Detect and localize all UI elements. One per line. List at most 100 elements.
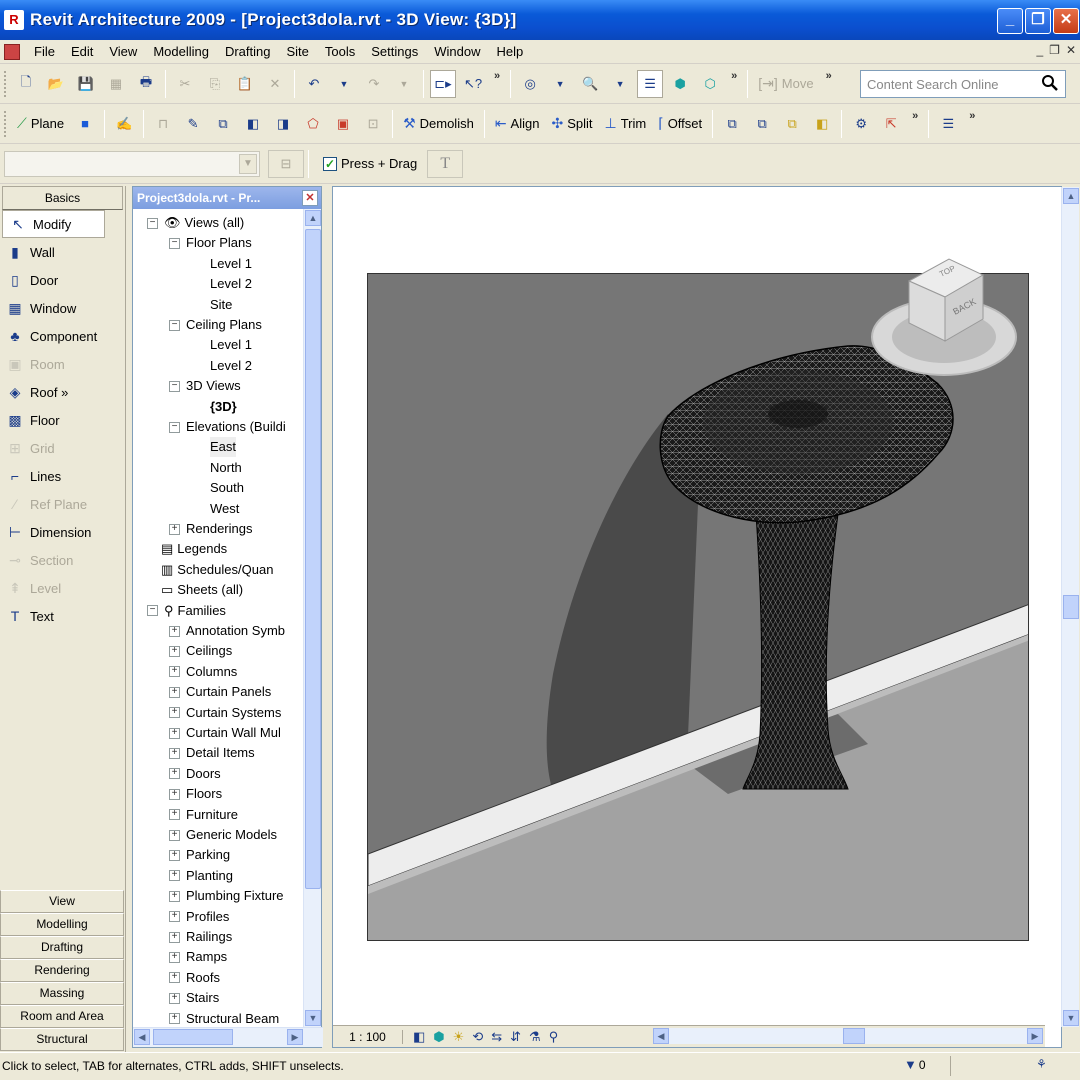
group-icon[interactable]: ⧉	[719, 110, 745, 138]
tree-node[interactable]: + Curtain Panels	[169, 682, 271, 702]
collapse-icon[interactable]: −	[169, 237, 180, 249]
chevron-down-icon[interactable]: ▼	[239, 153, 257, 174]
design-tool-level[interactable]: ⇞ Level	[0, 574, 125, 602]
scroll-down-icon[interactable]: ▼	[305, 1010, 321, 1026]
menu-window[interactable]: Window	[426, 44, 488, 59]
element-properties-button[interactable]: ⊟	[268, 149, 304, 178]
show-crop-icon[interactable]: ⇆	[491, 1029, 502, 1045]
create-group-icon[interactable]: ⧉	[749, 110, 775, 138]
trim-button[interactable]: ⊥ Trim	[601, 110, 651, 138]
work-plane-button[interactable]: ⟋ Plane	[13, 110, 68, 138]
press-drag-checkbox[interactable]: ✓	[323, 156, 337, 171]
design-tool-roof[interactable]: ◈ Roof »	[0, 378, 125, 406]
split-button[interactable]: ✣ Split	[547, 110, 596, 138]
expand-icon[interactable]: +	[169, 727, 180, 739]
render-icon[interactable]: ⬡	[697, 70, 723, 98]
zoom-dropdown-icon[interactable]: ▼	[607, 70, 633, 98]
reveal-hidden-icon[interactable]: ⚗	[529, 1029, 541, 1045]
scroll-thumb[interactable]	[305, 229, 321, 889]
save-to-central-icon[interactable]: ▦	[103, 70, 129, 98]
cut-geometry-icon[interactable]: ◧	[240, 110, 266, 138]
scroll-down-icon[interactable]: ▼	[1063, 1010, 1079, 1026]
align-button[interactable]: ⇤ Align	[491, 110, 544, 138]
expand-icon[interactable]: +	[169, 523, 180, 535]
maximize-button[interactable]: ❐	[1025, 8, 1051, 34]
viewcube-icon[interactable]: TOP BACK	[869, 255, 1019, 385]
save-icon[interactable]: 💾	[73, 70, 99, 98]
expand-icon[interactable]: +	[169, 890, 180, 902]
new-file-icon[interactable]: 🗋	[13, 70, 39, 98]
menu-site[interactable]: Site	[279, 44, 317, 59]
search-icon[interactable]	[1041, 74, 1059, 92]
tree-view-item[interactable]: Level 1	[210, 335, 252, 355]
tree-node[interactable]: −3D Views	[169, 376, 241, 396]
crop-region-icon[interactable]: ⟲	[472, 1029, 483, 1045]
paste-icon[interactable]: 📋	[232, 70, 258, 98]
redo-dropdown-icon[interactable]: ▼	[391, 70, 417, 98]
model-graphics-style-icon[interactable]: ⬢	[433, 1029, 444, 1045]
scroll-right-icon[interactable]: ▶	[287, 1029, 303, 1045]
close-button[interactable]: ✕	[1053, 8, 1079, 34]
tree-node[interactable]: + Furniture	[169, 805, 238, 825]
expand-icon[interactable]: +	[169, 747, 180, 759]
scroll-up-icon[interactable]: ▲	[305, 210, 321, 226]
design-tool-lines[interactable]: ⌐ Lines	[0, 462, 125, 490]
open-folder-icon[interactable]: 📂	[43, 70, 69, 98]
thin-lines-icon[interactable]: ☰	[637, 69, 664, 98]
title-bar[interactable]: R Revit Architecture 2009 - [Project3dol…	[0, 0, 1080, 40]
expand-icon[interactable]: +	[169, 829, 180, 841]
tree-view-item[interactable]: North	[210, 458, 242, 478]
temporary-hide-icon[interactable]: ⇵	[510, 1029, 521, 1045]
undo-dropdown-icon[interactable]: ▼	[331, 70, 357, 98]
expand-icon[interactable]: +	[169, 625, 180, 637]
type-selector-dropdown[interactable]: ▼	[4, 150, 260, 177]
toolbar-overflow-icon[interactable]: »	[969, 110, 975, 122]
move-button[interactable]: [⇥] Move	[754, 70, 817, 98]
document-icon[interactable]	[4, 43, 20, 60]
design-bar-tab-modelling[interactable]: Modelling	[0, 913, 124, 936]
tree-node[interactable]: ▭ Sheets (all)	[161, 580, 243, 600]
scroll-left-icon[interactable]: ◀	[653, 1028, 669, 1044]
tree-node[interactable]: + Structural Beam	[169, 1009, 279, 1027]
paint-material-icon[interactable]: ▣	[330, 110, 356, 138]
minimize-button[interactable]: _	[997, 8, 1023, 34]
tree-node[interactable]: + Plumbing Fixture	[169, 886, 284, 906]
delete-icon[interactable]: ✕	[262, 70, 288, 98]
tree-node[interactable]: + Floors	[169, 784, 222, 804]
design-tool-floor[interactable]: ▩ Floor	[0, 406, 125, 434]
remove-paint-icon[interactable]: ⊡	[360, 110, 386, 138]
undo-icon[interactable]: ↶	[301, 70, 327, 98]
menu-file[interactable]: File	[26, 44, 63, 59]
design-tool-window[interactable]: ▦ Window	[0, 294, 125, 322]
edit-group-icon[interactable]: ⧉	[779, 110, 805, 138]
list-icon[interactable]: ☰	[935, 110, 961, 138]
shadows-icon[interactable]: ☀	[453, 1029, 465, 1045]
design-bar-tab-rendering[interactable]: Rendering	[0, 959, 124, 982]
steering-wheel-icon[interactable]: ◎	[517, 70, 543, 98]
design-tool-wall[interactable]: ▮ Wall	[0, 238, 125, 266]
tree-node[interactable]: + Curtain Systems	[169, 703, 281, 723]
menu-help[interactable]: Help	[489, 44, 532, 59]
design-tool-dimension[interactable]: ⊢ Dimension	[0, 518, 125, 546]
expand-icon[interactable]: +	[169, 992, 180, 1004]
expand-icon[interactable]: +	[169, 768, 180, 780]
view-horizontal-scrollbar[interactable]: ◀ ▶	[653, 1028, 1043, 1044]
expand-icon[interactable]: +	[169, 788, 180, 800]
collapse-icon[interactable]: −	[169, 319, 180, 331]
tree-view-item[interactable]: Level 1	[210, 254, 252, 274]
tree-node[interactable]: − Elevations (Buildi	[169, 417, 286, 437]
scroll-right-icon[interactable]: ▶	[1027, 1028, 1043, 1044]
design-tool-modify[interactable]: ↖ Modify	[2, 210, 105, 238]
toolbar-overflow-icon[interactable]: »	[494, 70, 500, 82]
tree-node[interactable]: + Renderings	[169, 519, 253, 539]
design-bar-tab-room-and-area[interactable]: Room and Area	[0, 1005, 124, 1028]
tree-node[interactable]: + Detail Items	[169, 743, 255, 763]
tree-node[interactable]: ▤ Legends	[161, 539, 227, 559]
demolish-button[interactable]: ⚒ Demolish	[399, 110, 478, 138]
redo-icon[interactable]: ↷	[361, 70, 387, 98]
view-vertical-scrollbar[interactable]: ▲ ▼	[1061, 187, 1079, 1027]
design-bar-tab-view[interactable]: View	[0, 890, 124, 913]
design-tool-component[interactable]: ♣ Component	[0, 322, 125, 350]
tree-node[interactable]: + Stairs	[169, 988, 219, 1008]
expand-icon[interactable]: +	[169, 707, 180, 719]
